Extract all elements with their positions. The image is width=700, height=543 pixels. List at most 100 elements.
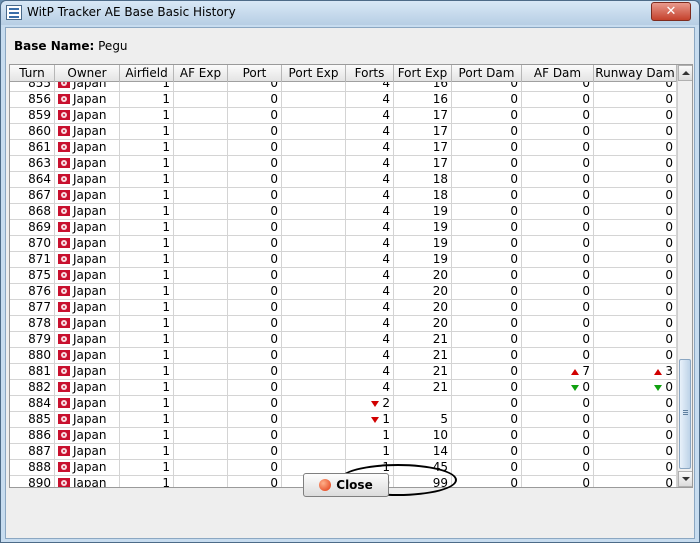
column-header-runway-dam[interactable]: Runway Dam — [594, 65, 677, 82]
table-cell: 1 — [120, 172, 174, 188]
window-title: WitP Tracker AE Base Basic History — [27, 5, 236, 19]
title-bar[interactable]: WitP Tracker AE Base Basic History ✕ — [1, 1, 699, 25]
table-cell: 4 — [346, 204, 394, 220]
table-cell — [174, 204, 228, 220]
table-cell: 1 — [120, 364, 174, 380]
table-cell: Japan — [55, 364, 120, 380]
cell-value: 861 — [28, 140, 51, 154]
table-row[interactable]: 870 Japan 1 0 4 19 0 0 0 — [10, 236, 677, 252]
table-cell: 0 — [228, 364, 282, 380]
column-header-port-exp[interactable]: Port Exp — [282, 65, 346, 82]
cell-value: 880 — [28, 348, 51, 362]
column-header-af-exp[interactable]: AF Exp — [174, 65, 228, 82]
column-header-turn[interactable]: Turn — [10, 65, 55, 82]
cell-value: 871 — [28, 252, 51, 266]
cell-value: 0 — [582, 284, 590, 298]
table-row[interactable]: 878 Japan 1 0 4 20 0 0 0 — [10, 316, 677, 332]
column-header-airfield[interactable]: Airfield — [120, 65, 174, 82]
japan-flag-icon — [58, 254, 70, 264]
table-cell: 0 — [594, 140, 677, 156]
japan-flag-icon — [58, 94, 70, 104]
cell-value: 870 — [28, 236, 51, 250]
table-cell: 19 — [394, 220, 452, 236]
table-cell: 0 — [228, 172, 282, 188]
table-cell: 1 — [120, 220, 174, 236]
table-cell: 0 — [452, 396, 522, 412]
table-row[interactable]: 887 Japan 1 0 1 14 0 0 0 — [10, 444, 677, 460]
table-cell: 0 — [594, 380, 677, 396]
table-row[interactable]: 885 Japan 1 0 1 5 0 0 0 — [10, 412, 677, 428]
table-row[interactable]: 859 Japan 1 0 4 17 0 0 0 — [10, 108, 677, 124]
table-row[interactable]: 886 Japan 1 0 1 10 0 0 0 — [10, 428, 677, 444]
table-row[interactable]: 856 Japan 1 0 4 16 0 0 0 — [10, 92, 677, 108]
scroll-down-arrow-icon[interactable] — [678, 471, 692, 487]
table-row[interactable]: 861 Japan 1 0 4 17 0 0 0 — [10, 140, 677, 156]
table-row[interactable]: 877 Japan 1 0 4 20 0 0 0 — [10, 300, 677, 316]
column-header-fort-exp[interactable]: Fort Exp — [394, 65, 452, 82]
table-cell: 0 — [228, 284, 282, 300]
cell-value: 0 — [582, 380, 590, 394]
table-cell: 0 — [594, 156, 677, 172]
cell-value: 4 — [382, 252, 390, 266]
table-cell — [174, 348, 228, 364]
table-cell: 0 — [228, 92, 282, 108]
table-row[interactable]: 867 Japan 1 0 4 18 0 0 0 — [10, 188, 677, 204]
table-cell: 0 — [452, 82, 522, 92]
table-row[interactable]: 884 Japan 1 0 2 0 0 0 — [10, 396, 677, 412]
cell-value: Japan — [73, 476, 107, 488]
table-cell — [282, 124, 346, 140]
table-row[interactable]: 882 Japan 1 0 4 21 0 0 0 — [10, 380, 677, 396]
cell-value: 0 — [665, 220, 673, 234]
table-cell: 1 — [120, 284, 174, 300]
table-cell: 0 — [228, 380, 282, 396]
table-header: Turn Owner Airfield AF Exp Port Port Exp Forts… — [10, 65, 677, 82]
table-cell: 856 — [10, 92, 55, 108]
table-body[interactable]: 855 Japan 1 0 4 16 0 0 0 856 Japan 1 0 4 16 0 0 0 859 Japan… — [10, 82, 677, 488]
table-row[interactable]: 860 Japan 1 0 4 17 0 0 0 — [10, 124, 677, 140]
window-close-button[interactable]: ✕ — [651, 2, 691, 21]
table-row[interactable]: 868 Japan 1 0 4 19 0 0 0 — [10, 204, 677, 220]
table-row[interactable]: 855 Japan 1 0 4 16 0 0 0 — [10, 82, 677, 92]
table-cell: 19 — [394, 252, 452, 268]
table-cell: 879 — [10, 332, 55, 348]
scroll-up-arrow-icon[interactable] — [678, 65, 692, 81]
column-header-owner[interactable]: Owner — [55, 65, 120, 82]
table-cell — [282, 412, 346, 428]
table-row[interactable]: 880 Japan 1 0 4 21 0 0 0 — [10, 348, 677, 364]
table-cell: 16 — [394, 92, 452, 108]
scrollbar-thumb[interactable] — [679, 359, 691, 469]
table-cell: 0 — [522, 92, 594, 108]
table-row[interactable]: 864 Japan 1 0 4 18 0 0 0 — [10, 172, 677, 188]
column-header-port[interactable]: Port — [228, 65, 282, 82]
table-row[interactable]: 869 Japan 1 0 4 19 0 0 0 — [10, 220, 677, 236]
column-header-forts[interactable]: Forts — [346, 65, 394, 82]
close-button[interactable]: Close — [303, 473, 389, 497]
cell-value: 20 — [432, 316, 448, 330]
column-header-af-dam[interactable]: AF Dam — [522, 65, 594, 82]
column-header-port-dam[interactable]: Port Dam — [452, 65, 522, 82]
table-cell: 4 — [346, 268, 394, 284]
cell-value: 886 — [28, 428, 51, 442]
table-row[interactable]: 879 Japan 1 0 4 21 0 0 0 — [10, 332, 677, 348]
table-row[interactable]: 881 Japan 1 0 4 21 0 7 3 — [10, 364, 677, 380]
table-cell: 0 — [228, 252, 282, 268]
table-cell — [282, 252, 346, 268]
cell-value: 2 — [382, 396, 390, 410]
table-cell — [282, 108, 346, 124]
table-row[interactable]: 871 Japan 1 0 4 19 0 0 0 — [10, 252, 677, 268]
cell-value: 0 — [665, 108, 673, 122]
cell-value: 0 — [582, 316, 590, 330]
table-row[interactable]: 875 Japan 1 0 4 20 0 0 0 — [10, 268, 677, 284]
cell-value: 0 — [510, 188, 518, 202]
table-cell: 0 — [594, 124, 677, 140]
cell-value: 4 — [382, 140, 390, 154]
table-row[interactable]: 876 Japan 1 0 4 20 0 0 0 — [10, 284, 677, 300]
cell-value: 879 — [28, 332, 51, 346]
vertical-scrollbar[interactable] — [677, 65, 692, 487]
cell-value: Japan — [73, 124, 107, 138]
table-cell — [282, 156, 346, 172]
cell-value: 0 — [665, 92, 673, 106]
cell-value: Japan — [73, 412, 107, 426]
cell-value: 0 — [582, 108, 590, 122]
table-row[interactable]: 863 Japan 1 0 4 17 0 0 0 — [10, 156, 677, 172]
